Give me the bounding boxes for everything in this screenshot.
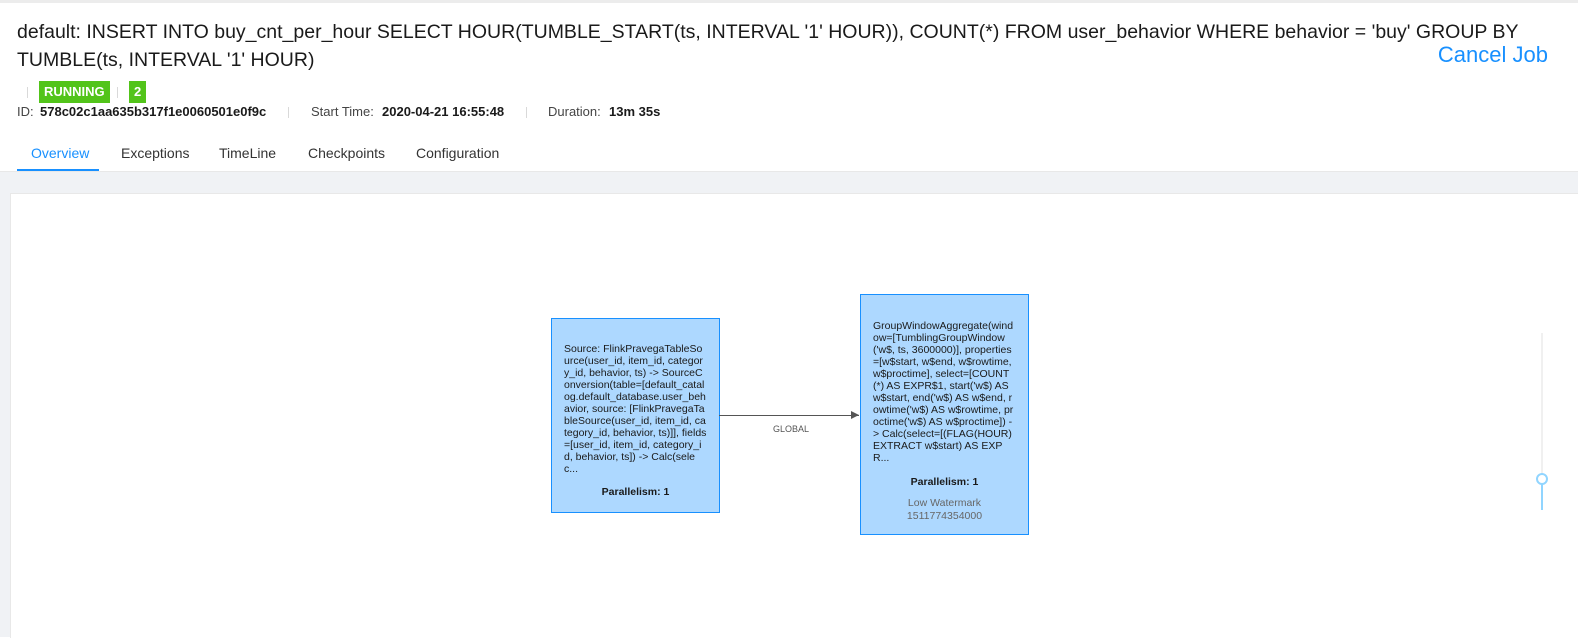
job-id-label: ID:: [17, 104, 34, 119]
tab-overview[interactable]: Overview: [31, 145, 89, 161]
tab-exceptions[interactable]: Exceptions: [121, 145, 189, 161]
meta-divider: [288, 107, 289, 118]
start-time-value: 2020-04-21 16:55:48: [382, 104, 505, 119]
tab-configuration[interactable]: Configuration: [416, 145, 499, 161]
source-operator-node[interactable]: Source: FlinkPravegaTableSource(user_id,…: [551, 318, 720, 513]
start-time-label: Start Time:: [311, 104, 374, 119]
node-parallelism: Parallelism: 1: [601, 486, 670, 498]
job-id-value: 578c02c1aa635b317f1e0060501e0f9c: [40, 104, 267, 119]
duration-label: Duration:: [548, 104, 601, 119]
duration-value: 13m 35s: [609, 104, 661, 119]
low-watermark-label: Low Watermark: [907, 497, 982, 509]
active-tab-indicator: [17, 169, 99, 171]
graph-edge: [719, 415, 859, 416]
low-watermark-value: 1511774354000: [906, 510, 983, 522]
job-title: default: INSERT INTO buy_cnt_per_hour SE…: [17, 21, 1519, 71]
tab-timeline[interactable]: TimeLine: [219, 145, 276, 161]
top-divider: [0, 0, 1578, 3]
node-description: GroupWindowAggregate(window=[TumblingGro…: [873, 320, 1014, 464]
node-parallelism: Parallelism: 1: [910, 476, 979, 488]
window-aggregate-node[interactable]: GroupWindowAggregate(window=[TumblingGro…: [860, 294, 1029, 535]
status-badge: RUNNING: [39, 81, 110, 103]
edge-arrow-icon: [851, 411, 859, 419]
edge-label: GLOBAL: [773, 424, 810, 434]
node-description: Source: FlinkPravegaTableSource(user_id,…: [564, 343, 707, 475]
badge-divider: [117, 87, 118, 98]
task-count-badge: 2: [129, 81, 147, 103]
badge-divider: [27, 87, 28, 98]
meta-divider: [526, 107, 527, 118]
zoom-slider-handle[interactable]: [1536, 473, 1548, 485]
cancel-job-button[interactable]: Cancel Job: [1438, 42, 1548, 68]
tab-checkpoints[interactable]: Checkpoints: [308, 145, 385, 161]
job-tabs: Overview Exceptions TimeLine Checkpoints…: [0, 140, 1578, 172]
